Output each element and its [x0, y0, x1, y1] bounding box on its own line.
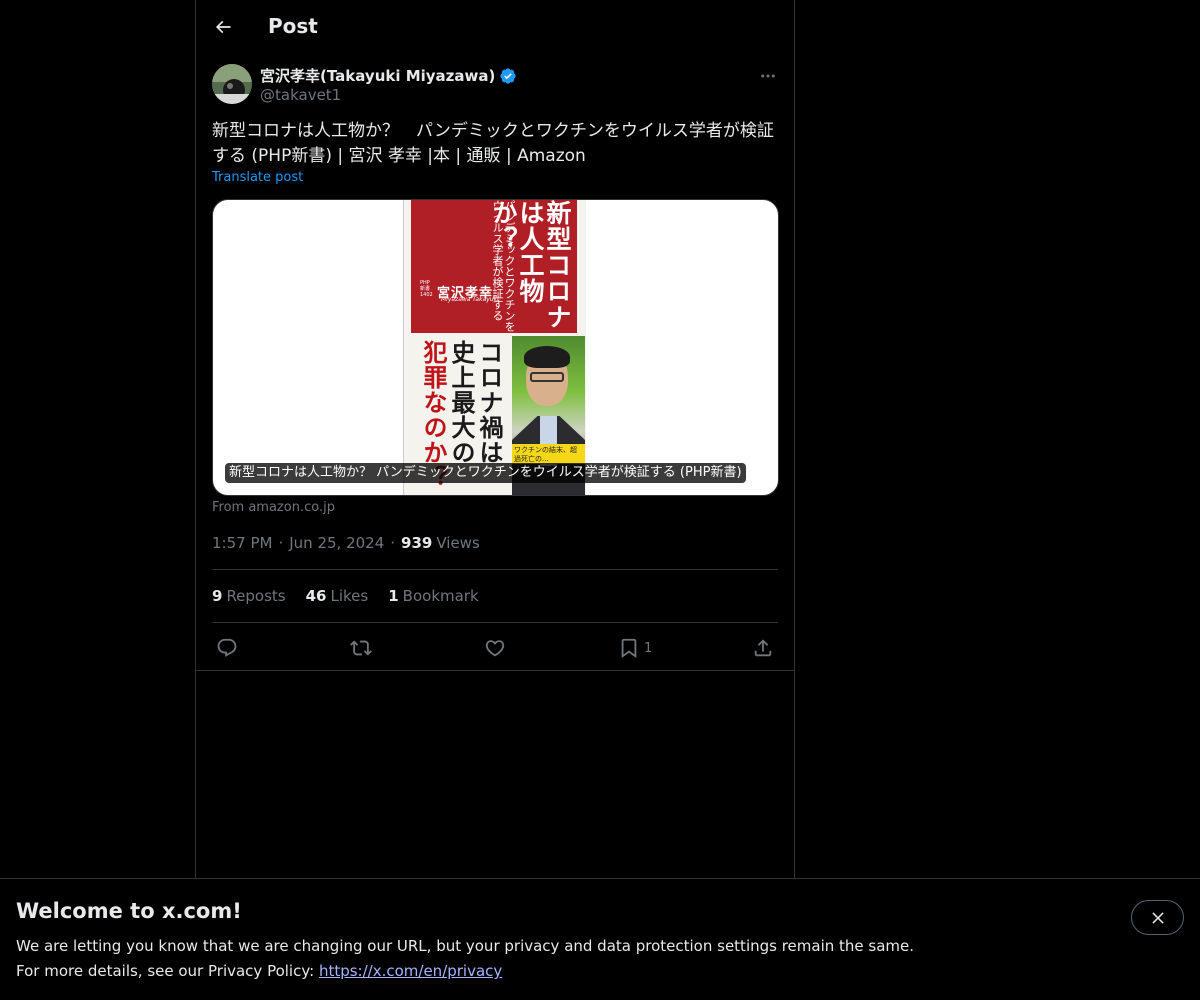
page-title: Post — [268, 14, 318, 38]
top-bar: Post — [196, 0, 794, 53]
post-time[interactable]: 1:57 PM — [212, 534, 272, 552]
views-label: Views — [436, 534, 480, 552]
post-text: 新型コロナは人工物か？ パンデミックとワクチンをウイルス学者が検証する (PHP… — [212, 121, 774, 166]
post-date[interactable]: Jun 25, 2024 — [289, 534, 384, 552]
repost-icon — [350, 640, 372, 656]
share-button[interactable] — [752, 636, 774, 660]
banner-message: We are letting you know that we are chan… — [16, 937, 915, 955]
divider — [212, 569, 778, 570]
divider — [212, 622, 778, 623]
reply-button[interactable] — [216, 636, 238, 660]
close-icon — [1151, 911, 1164, 924]
author-handle[interactable]: @takavet1 — [260, 86, 341, 104]
more-dots-icon — [761, 74, 775, 78]
separator-dot: · — [278, 534, 284, 552]
photo-glasses — [530, 372, 564, 382]
arrow-left-icon — [215, 20, 231, 34]
bookmark-count: 1 — [644, 640, 653, 656]
translate-post-link[interactable]: Translate post — [212, 170, 303, 185]
book-cover-image: 新型コロナは人工物か？ パンデミックとワクチンをウイルス学者が検証する PHP新… — [403, 200, 586, 495]
share-icon — [754, 639, 772, 657]
repost-button[interactable] — [350, 636, 372, 660]
main-column: Post 宮沢孝幸(Takayuki Miyazawa) @takavet1 新… — [195, 0, 795, 878]
book-series-label: PHP新書 1402 — [420, 280, 433, 298]
book-cover-top: 新型コロナは人工物か？ パンデミックとワクチンをウイルス学者が検証する PHP新… — [411, 200, 577, 333]
bookmarks-count: 1 — [388, 587, 399, 605]
post-meta: 1:57 PM · Jun 25, 2024 · 939 Views — [212, 534, 480, 552]
book-author-romaji: Miyazawa Takayuki — [441, 296, 499, 303]
bookmark-icon — [621, 638, 637, 659]
welcome-banner: Welcome to x.com! We are letting you kno… — [0, 878, 1200, 1000]
banner-title: Welcome to x.com! — [16, 899, 242, 923]
bookmark-button[interactable]: 1 — [618, 636, 652, 660]
author-name[interactable]: 宮沢孝幸(Takayuki Miyazawa) — [260, 65, 517, 86]
separator-dot: · — [390, 534, 396, 552]
more-options-button[interactable] — [756, 64, 780, 88]
catch-col-1: コロナ禍は — [475, 340, 504, 465]
reposts-label: Reposts — [226, 587, 286, 605]
avatar[interactable] — [212, 64, 252, 104]
privacy-policy-link[interactable]: https://x.com/en/privacy — [319, 962, 502, 980]
banner-policy-line: For more details, see our Privacy Policy… — [16, 962, 502, 980]
verified-badge-icon — [500, 67, 517, 84]
link-preview-card[interactable]: 新型コロナは人工物か？ パンデミックとワクチンをウイルス学者が検証する PHP新… — [212, 199, 779, 496]
views-count: 939 — [401, 534, 433, 552]
close-banner-button[interactable] — [1131, 900, 1184, 935]
divider — [196, 670, 794, 671]
likes-stat[interactable]: 46 Likes — [306, 587, 369, 605]
card-source-link[interactable]: From amazon.co.jp — [212, 500, 335, 515]
likes-count: 46 — [305, 587, 327, 605]
post-stats: 9 Reposts 46 Likes 1 Bookmark — [212, 587, 499, 605]
author-name-text: 宮沢孝幸(Takayuki Miyazawa) — [260, 67, 496, 85]
likes-label: Likes — [330, 587, 369, 605]
back-button[interactable] — [206, 10, 240, 44]
catch-col-2: 史上最大の — [447, 340, 476, 465]
bookmarks-stat[interactable]: 1 Bookmark — [388, 587, 478, 605]
reposts-stat[interactable]: 9 Reposts — [212, 587, 286, 605]
book-subtitle: パンデミックとワクチンをウイルス学者が検証する — [491, 200, 516, 332]
heart-icon — [485, 640, 505, 657]
banner-policy-prefix: For more details, see our Privacy Policy… — [16, 962, 319, 980]
photo-hair — [524, 346, 570, 368]
reply-icon — [217, 638, 237, 657]
reposts-count: 9 — [212, 587, 223, 605]
book-band: ワクチンの結末、超過死亡の... — [512, 444, 585, 464]
avatar-image — [212, 64, 252, 104]
action-bar: 1 — [196, 634, 794, 662]
card-caption: 新型コロナは人工物か？ パンデミックとワクチンをウイルス学者が検証する (PHP… — [225, 463, 746, 483]
like-button[interactable] — [484, 636, 506, 660]
bookmarks-label: Bookmark — [402, 587, 479, 605]
